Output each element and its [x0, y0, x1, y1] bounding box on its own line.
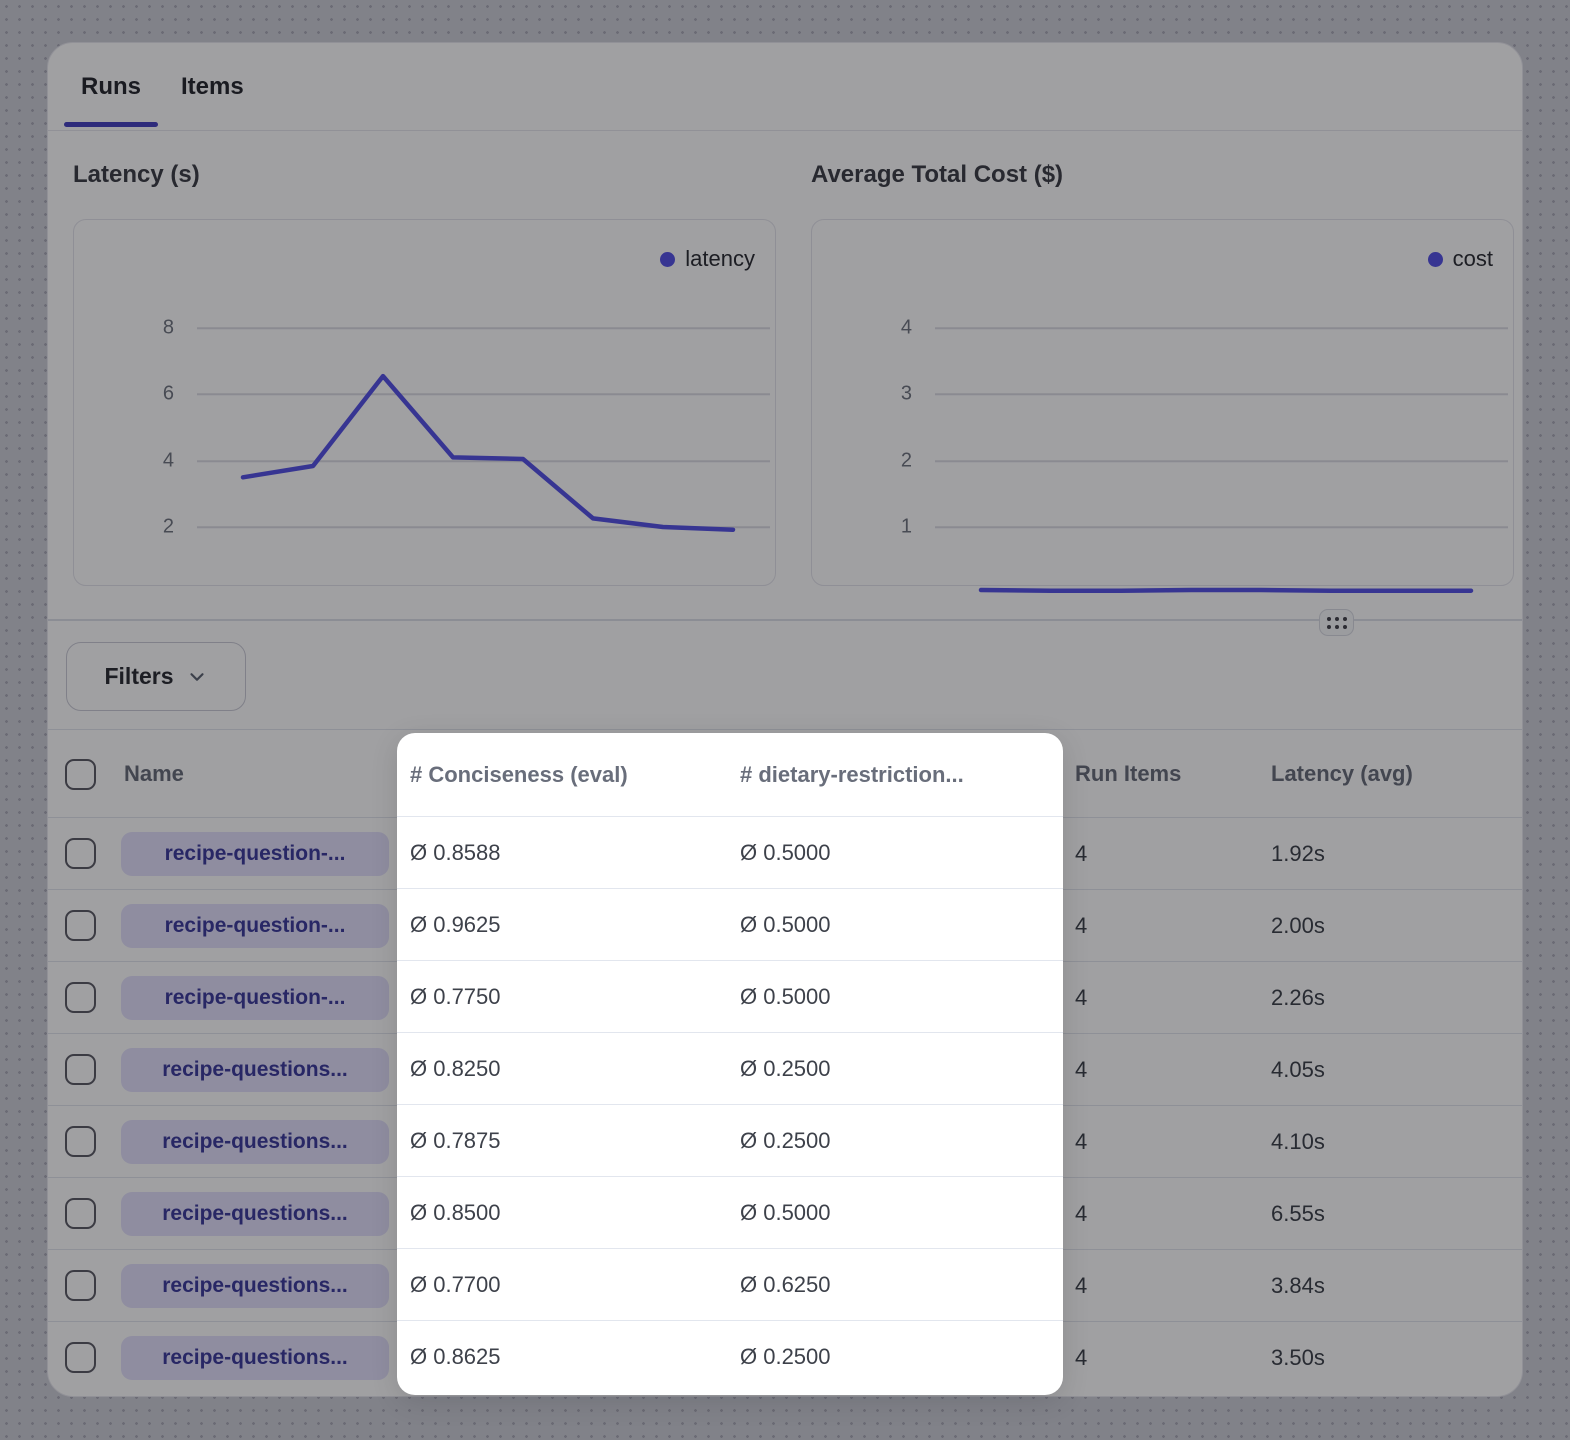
column-header-conciseness: # Conciseness (eval) — [410, 733, 628, 816]
dietary-cell: Ø 0.2500 — [740, 1033, 831, 1104]
dietary-cell: Ø 0.2500 — [740, 1321, 831, 1393]
spotlight-row: Ø 0.8500 Ø 0.5000 — [397, 1177, 1063, 1249]
dietary-cell: Ø 0.5000 — [740, 961, 831, 1032]
conciseness-cell: Ø 0.8588 — [410, 817, 501, 888]
conciseness-cell: Ø 0.8500 — [410, 1177, 501, 1248]
conciseness-cell: Ø 0.9625 — [410, 889, 501, 960]
spotlight-row: Ø 0.8250 Ø 0.2500 — [397, 1033, 1063, 1105]
column-header-dietary: # dietary-restriction... — [740, 733, 964, 816]
spotlight-row: Ø 0.9625 Ø 0.5000 — [397, 889, 1063, 961]
spotlight-row: Ø 0.7875 Ø 0.2500 — [397, 1105, 1063, 1177]
conciseness-cell: Ø 0.7700 — [410, 1249, 501, 1320]
conciseness-cell: Ø 0.7875 — [410, 1105, 501, 1176]
conciseness-cell: Ø 0.8250 — [410, 1033, 501, 1104]
page: Runs Items Latency (s) 8 6 4 2 latency A… — [0, 0, 1570, 1440]
highlighted-score-columns: # Conciseness (eval) # dietary-restricti… — [397, 733, 1063, 1395]
dietary-cell: Ø 0.5000 — [740, 817, 831, 888]
spotlight-row: Ø 0.7700 Ø 0.6250 — [397, 1249, 1063, 1321]
conciseness-cell: Ø 0.8625 — [410, 1321, 501, 1393]
spotlight-row: Ø 0.8588 Ø 0.5000 — [397, 817, 1063, 889]
conciseness-cell: Ø 0.7750 — [410, 961, 501, 1032]
dietary-cell: Ø 0.2500 — [740, 1105, 831, 1176]
dietary-cell: Ø 0.5000 — [740, 1177, 831, 1248]
spotlight-header-row: # Conciseness (eval) # dietary-restricti… — [397, 733, 1063, 817]
dietary-cell: Ø 0.5000 — [740, 889, 831, 960]
spotlight-row: Ø 0.7750 Ø 0.5000 — [397, 961, 1063, 1033]
spotlight-row: Ø 0.8625 Ø 0.2500 — [397, 1321, 1063, 1393]
dietary-cell: Ø 0.6250 — [740, 1249, 831, 1320]
